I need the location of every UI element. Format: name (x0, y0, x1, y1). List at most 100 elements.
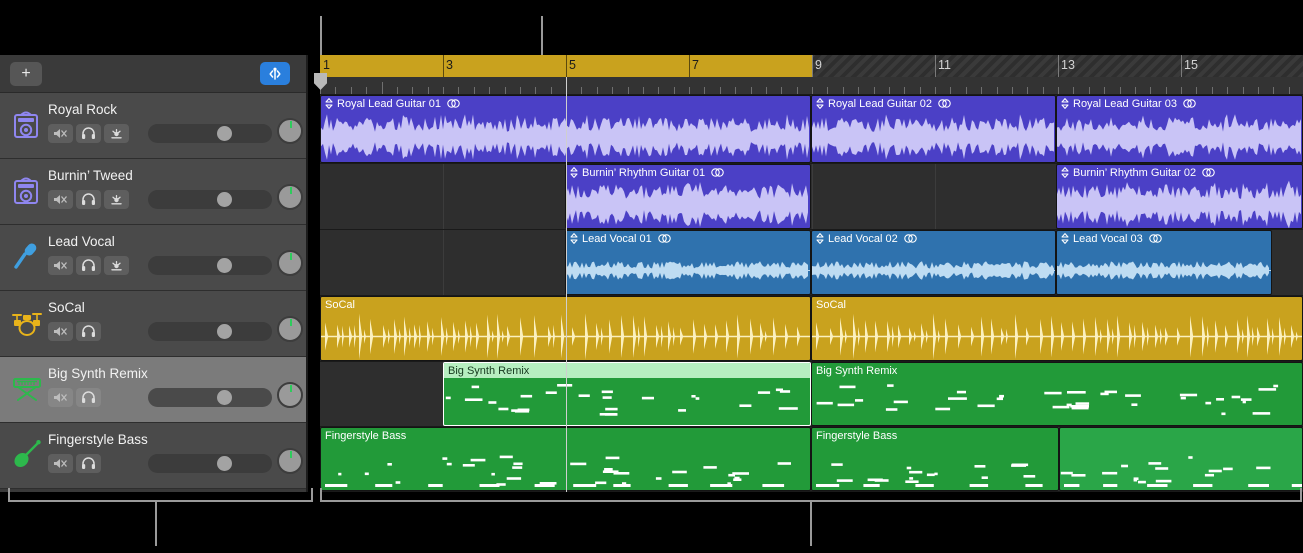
daw-window: + Royal Rock (0, 0, 1303, 553)
region[interactable]: Lead Vocal 02 (811, 230, 1056, 295)
region-header[interactable]: Big Synth Remix (812, 363, 1302, 378)
region-header[interactable]: SoCal (812, 297, 1302, 312)
stereo-icon[interactable] (447, 99, 460, 108)
waveform (1057, 111, 1302, 163)
region-header[interactable]: Burnin’ Rhythm Guitar 02 (1057, 165, 1302, 180)
solo-button[interactable] (76, 454, 101, 473)
pan-knob[interactable] (277, 448, 303, 474)
mute-button[interactable] (48, 256, 73, 275)
track-lane[interactable]: Big Synth RemixBig Synth Remix (320, 362, 1303, 427)
transpose-icon[interactable] (570, 233, 578, 244)
region-header[interactable]: Lead Vocal 02 (812, 231, 1055, 246)
region-header[interactable]: Lead Vocal 01 (566, 231, 810, 246)
solo-button[interactable] (76, 322, 101, 341)
region-header[interactable] (1060, 428, 1302, 443)
volume-slider-knob[interactable] (217, 324, 232, 339)
region[interactable]: Royal Lead Guitar 02 (811, 95, 1056, 163)
transpose-icon[interactable] (1061, 233, 1069, 244)
track-lane[interactable]: Burnin’ Rhythm Guitar 01 Burnin’ Rhythm … (320, 164, 1303, 230)
volume-slider[interactable] (148, 190, 272, 209)
track-lane[interactable]: SoCalSoCal (320, 296, 1303, 362)
beat-ruler[interactable] (320, 77, 1303, 95)
region-header[interactable]: Big Synth Remix (444, 363, 810, 378)
region[interactable]: SoCal (811, 296, 1303, 361)
pan-knob[interactable] (277, 316, 303, 342)
region[interactable]: Royal Lead Guitar 03 (1056, 95, 1303, 163)
stereo-icon[interactable] (1149, 234, 1162, 243)
track-header-row[interactable]: Burnin’ Tweed (0, 159, 306, 225)
region[interactable]: Lead Vocal 03 (1056, 230, 1272, 295)
solo-button[interactable] (76, 190, 101, 209)
track-header-row[interactable]: Big Synth Remix (0, 357, 306, 423)
solo-button[interactable] (76, 388, 101, 407)
track-lane[interactable]: Lead Vocal 01 Lead Vocal 02 Lead Vocal 0… (320, 230, 1303, 296)
record-enable-button[interactable] (104, 124, 129, 143)
region[interactable]: Burnin’ Rhythm Guitar 01 (565, 164, 811, 229)
mute-button[interactable] (48, 322, 73, 341)
volume-slider-knob[interactable] (217, 258, 232, 273)
pan-knob[interactable] (277, 382, 303, 408)
track-header-row[interactable]: Fingerstyle Bass (0, 423, 306, 489)
region-header[interactable]: Royal Lead Guitar 03 (1057, 96, 1302, 111)
region[interactable]: Big Synth Remix (443, 362, 811, 426)
volume-slider[interactable] (148, 322, 272, 341)
flex-time-button[interactable] (260, 62, 290, 85)
volume-slider[interactable] (148, 256, 272, 275)
region[interactable]: Big Synth Remix (811, 362, 1303, 426)
region-header[interactable]: Lead Vocal 03 (1057, 231, 1271, 246)
stereo-icon[interactable] (658, 234, 671, 243)
transpose-icon[interactable] (1061, 98, 1069, 109)
track-header-row[interactable]: Royal Rock (0, 93, 306, 159)
track-lane[interactable]: Royal Lead Guitar 01 Royal Lead Guitar 0… (320, 95, 1303, 164)
track-header-row[interactable]: SoCal (0, 291, 306, 357)
beat-tick (720, 87, 721, 94)
solo-button[interactable] (76, 256, 101, 275)
region[interactable] (1059, 427, 1303, 491)
volume-slider-knob[interactable] (217, 192, 232, 207)
region[interactable]: Burnin’ Rhythm Guitar 02 (1056, 164, 1303, 229)
track-header-row[interactable]: Lead Vocal (0, 225, 306, 291)
transpose-icon[interactable] (816, 233, 824, 244)
stereo-icon[interactable] (938, 99, 951, 108)
track-name[interactable]: Burnin’ Tweed (48, 168, 133, 183)
volume-slider-knob[interactable] (217, 390, 232, 405)
solo-button[interactable] (76, 124, 101, 143)
bar-ruler[interactable]: 13579111315 (320, 55, 1303, 77)
mute-button[interactable] (48, 388, 73, 407)
region[interactable]: Lead Vocal 01 (565, 230, 811, 295)
record-enable-button[interactable] (104, 256, 129, 275)
stereo-icon[interactable] (711, 168, 724, 177)
transpose-icon[interactable] (816, 98, 824, 109)
playhead[interactable] (566, 77, 567, 492)
transpose-icon[interactable] (1061, 167, 1069, 178)
track-name[interactable]: Fingerstyle Bass (48, 432, 148, 447)
volume-slider-knob[interactable] (217, 126, 232, 141)
track-name[interactable]: Royal Rock (48, 102, 117, 117)
transpose-icon[interactable] (325, 98, 333, 109)
region-header[interactable]: Burnin’ Rhythm Guitar 01 (566, 165, 810, 180)
volume-slider[interactable] (148, 454, 272, 473)
stereo-icon[interactable] (1202, 168, 1215, 177)
record-enable-button[interactable] (104, 190, 129, 209)
pan-knob[interactable] (277, 118, 303, 144)
pan-knob[interactable] (277, 250, 303, 276)
waveform (1057, 246, 1271, 295)
volume-slider[interactable] (148, 124, 272, 143)
pan-knob[interactable] (277, 184, 303, 210)
volume-slider-knob[interactable] (217, 456, 232, 471)
mute-button[interactable] (48, 124, 73, 143)
stereo-icon[interactable] (904, 234, 917, 243)
region-header[interactable]: Royal Lead Guitar 02 (812, 96, 1055, 111)
mute-button[interactable] (48, 454, 73, 473)
track-name[interactable]: Big Synth Remix (48, 366, 148, 381)
track-lane[interactable]: Fingerstyle BassFingerstyle Bass (320, 427, 1303, 492)
region-header[interactable]: Fingerstyle Bass (812, 428, 1058, 443)
add-track-button[interactable]: + (10, 62, 42, 86)
region[interactable]: Fingerstyle Bass (811, 427, 1059, 491)
transpose-icon[interactable] (570, 167, 578, 178)
track-name[interactable]: SoCal (48, 300, 85, 315)
stereo-icon[interactable] (1183, 99, 1196, 108)
mute-button[interactable] (48, 190, 73, 209)
volume-slider[interactable] (148, 388, 272, 407)
track-name[interactable]: Lead Vocal (48, 234, 115, 249)
